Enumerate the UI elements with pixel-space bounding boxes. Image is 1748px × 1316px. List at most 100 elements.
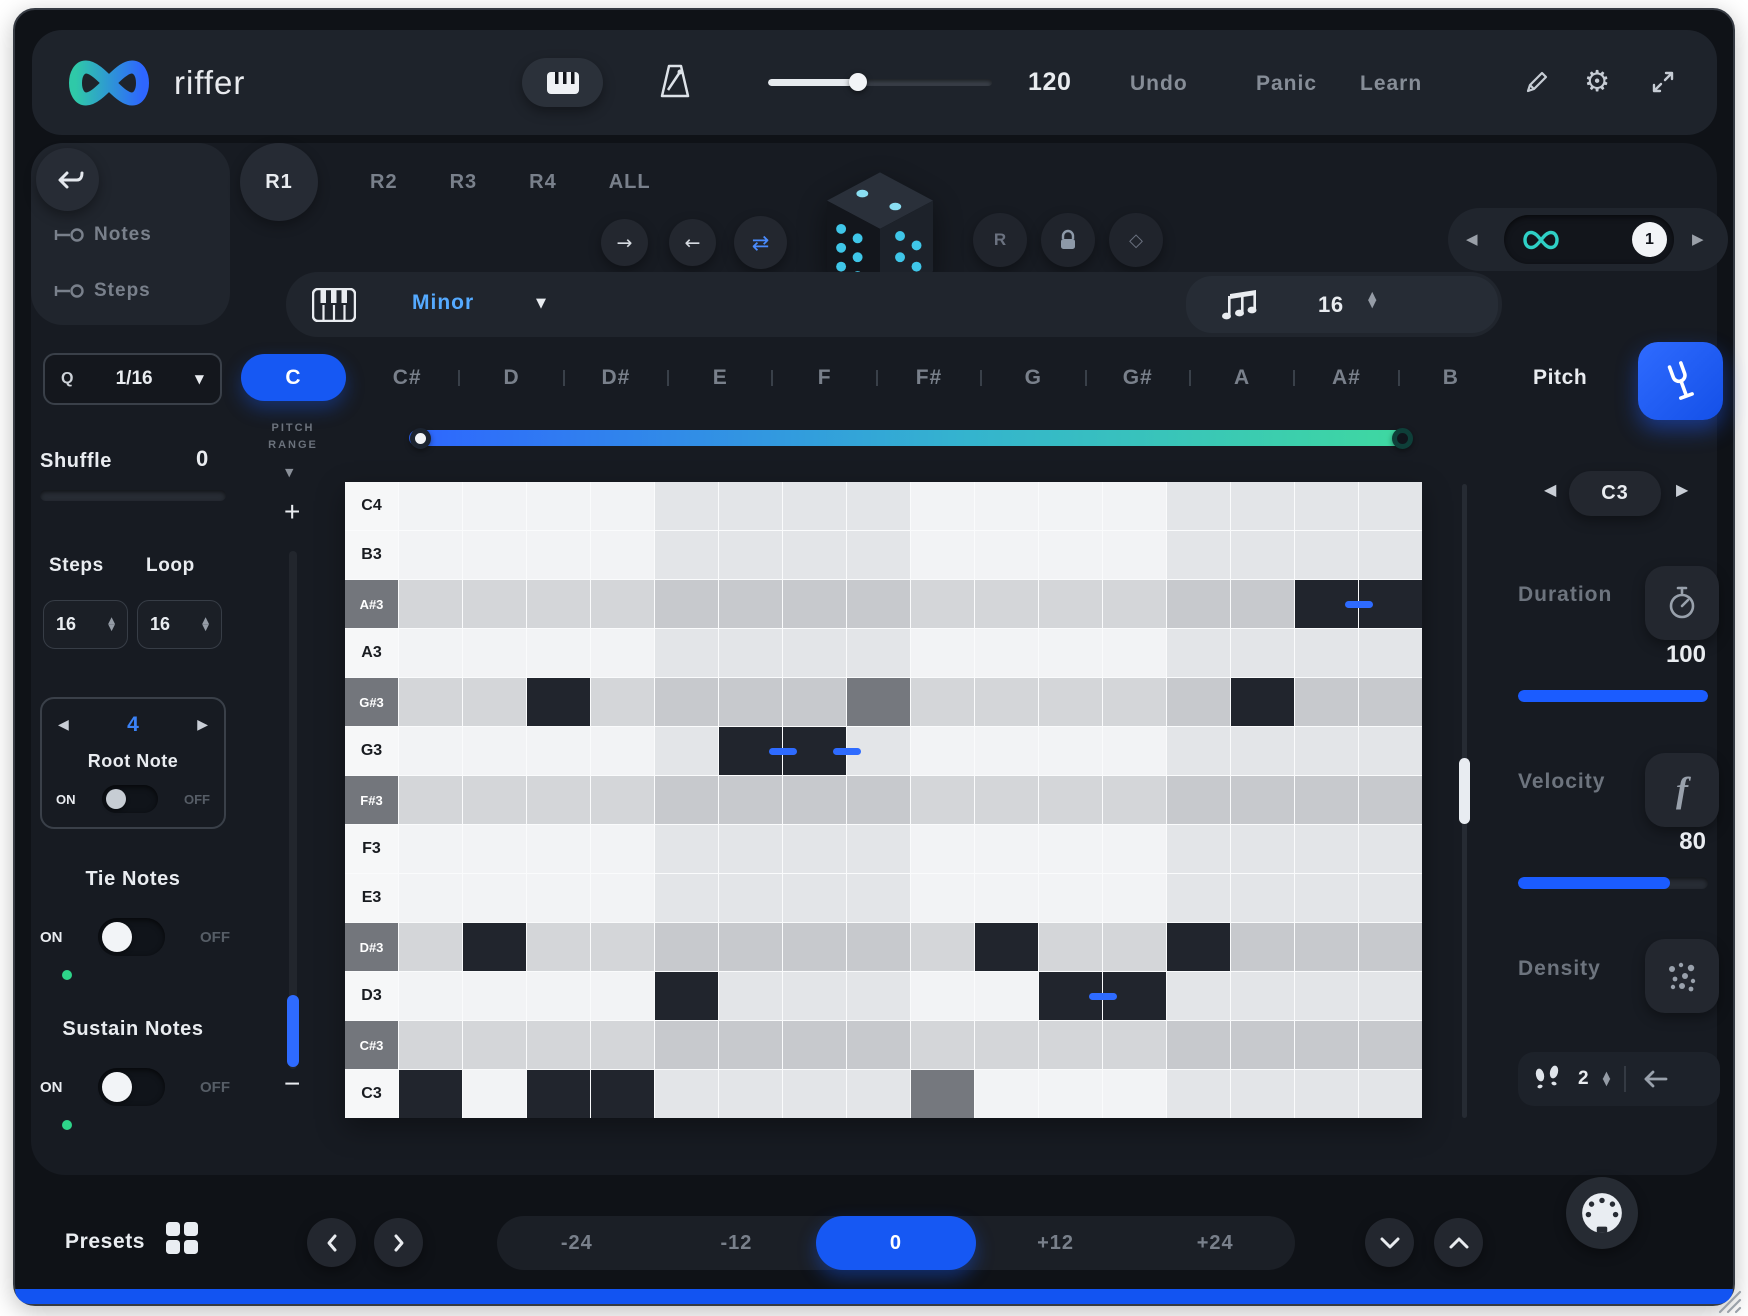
pitch-range-low-handle[interactable]	[410, 428, 431, 449]
grid-cell-A#3-10[interactable]	[975, 580, 1038, 628]
grid-cell-F3-6[interactable]	[719, 825, 782, 873]
grid-cell-C#3-16[interactable]	[1359, 1021, 1422, 1069]
grid-cell-C#3-7[interactable]	[783, 1021, 846, 1069]
grid-cell-B3-8[interactable]	[847, 531, 910, 579]
shuffle-slider[interactable]	[40, 490, 226, 501]
grid-cell-F#3-14[interactable]	[1231, 776, 1294, 824]
grid-cell-F#3-15[interactable]	[1295, 776, 1358, 824]
grid-cell-F3-3[interactable]	[527, 825, 590, 873]
grid-cell-G3-9[interactable]	[911, 727, 974, 775]
grid-cell-F#3-5[interactable]	[655, 776, 718, 824]
grid-cell-C#3-13[interactable]	[1167, 1021, 1230, 1069]
note-option-E[interactable]: E	[669, 366, 771, 390]
note-option-G#[interactable]: G#	[1087, 366, 1189, 390]
grid-cell-G#3-11[interactable]	[1039, 678, 1102, 726]
grid-cell-G#3-7[interactable]	[783, 678, 846, 726]
duration-slider[interactable]	[1518, 690, 1708, 702]
grid-cell-C4-2[interactable]	[463, 482, 526, 530]
grid-cell-B3-15[interactable]	[1295, 531, 1358, 579]
grid-cell-C3-8[interactable]	[847, 1070, 910, 1118]
grid-cell-E3-5[interactable]	[655, 874, 718, 922]
grid-cell-A#3-8[interactable]	[847, 580, 910, 628]
riff-tab-r2[interactable]: R2	[370, 171, 398, 194]
grid-cell-C#3-9[interactable]	[911, 1021, 974, 1069]
grid-cell-E3-13[interactable]	[1167, 874, 1230, 922]
metronome-icon[interactable]	[655, 62, 695, 102]
grid-cell-C#3-2[interactable]	[463, 1021, 526, 1069]
grid-cell-D#3-12[interactable]	[1103, 923, 1166, 971]
grid-cell-G#3-1[interactable]	[399, 678, 462, 726]
tempo-slider[interactable]	[768, 79, 992, 86]
grid-cell-A3-3[interactable]	[527, 629, 590, 677]
grid-cell-G#3-5[interactable]	[655, 678, 718, 726]
riff-tab-r3[interactable]: R3	[450, 171, 478, 194]
note-prev-icon[interactable]: ◀	[1544, 480, 1556, 499]
grid-cell-B3-5[interactable]	[655, 531, 718, 579]
note-duration-tick-A#3[interactable]	[1345, 601, 1373, 608]
grid-cell-B3-1[interactable]	[399, 531, 462, 579]
grid-cell-D#3-13[interactable]	[1167, 923, 1230, 971]
note-option-A[interactable]: A	[1191, 366, 1293, 390]
grid-cell-C4-5[interactable]	[655, 482, 718, 530]
grid-cell-A3-7[interactable]	[783, 629, 846, 677]
step-back-arrow-icon[interactable]	[1640, 1068, 1670, 1090]
grid-cell-D#3-10[interactable]	[975, 923, 1038, 971]
grid-cell-G#3-14[interactable]	[1231, 678, 1294, 726]
grid-cell-D#3-9[interactable]	[911, 923, 974, 971]
grid-cell-D3-9[interactable]	[911, 972, 974, 1020]
grid-cell-C3-7[interactable]	[783, 1070, 846, 1118]
note-duration-tick-G3[interactable]	[833, 748, 861, 755]
grid-cell-G3-4[interactable]	[591, 727, 654, 775]
grid-cell-A3-8[interactable]	[847, 629, 910, 677]
note-option-F[interactable]: F	[773, 366, 875, 390]
scale-caret-icon[interactable]: ▼	[536, 296, 546, 311]
grid-cell-G3-11[interactable]	[1039, 727, 1102, 775]
grid-cell-G#3-2[interactable]	[463, 678, 526, 726]
grid-cell-G3-12[interactable]	[1103, 727, 1166, 775]
grid-cell-D3-10[interactable]	[975, 972, 1038, 1020]
grid-cell-C4-8[interactable]	[847, 482, 910, 530]
swap-button[interactable]: ⇄	[734, 216, 787, 269]
grid-cell-D#3-3[interactable]	[527, 923, 590, 971]
grid-cell-E3-11[interactable]	[1039, 874, 1102, 922]
velocity-slider[interactable]	[1518, 877, 1708, 889]
grid-cell-B3-10[interactable]	[975, 531, 1038, 579]
grid-cell-D#3-16[interactable]	[1359, 923, 1422, 971]
grid-cell-G3-10[interactable]	[975, 727, 1038, 775]
loop-stepper-arrows[interactable]: ▲▼	[202, 618, 209, 632]
grid-cell-C4-10[interactable]	[975, 482, 1038, 530]
note-option-G[interactable]: G	[982, 366, 1084, 390]
pitch-range-track[interactable]	[289, 551, 297, 1069]
grid-cell-A#3-14[interactable]	[1231, 580, 1294, 628]
grid-cell-F#3-10[interactable]	[975, 776, 1038, 824]
undo-button[interactable]: Undo	[1130, 72, 1188, 96]
grid-cell-C#3-8[interactable]	[847, 1021, 910, 1069]
root-note-toggle[interactable]	[102, 785, 158, 813]
grid-cell-F#3-7[interactable]	[783, 776, 846, 824]
pitch-range-caret-icon[interactable]: ▼	[285, 466, 293, 479]
grid-cell-E3-15[interactable]	[1295, 874, 1358, 922]
grid-cell-A#3-9[interactable]	[911, 580, 974, 628]
grid-cell-F3-11[interactable]	[1039, 825, 1102, 873]
grid-cell-F3-16[interactable]	[1359, 825, 1422, 873]
grid-cell-G#3-13[interactable]	[1167, 678, 1230, 726]
grid-cell-D3-1[interactable]	[399, 972, 462, 1020]
grid-cell-A#3-1[interactable]	[399, 580, 462, 628]
grid-cell-D#3-1[interactable]	[399, 923, 462, 971]
settings-gear-icon[interactable]: ⚙	[1584, 64, 1610, 98]
grid-cell-A#3-13[interactable]	[1167, 580, 1230, 628]
octave-down-button[interactable]	[1365, 1218, 1414, 1267]
sustain-notes-toggle[interactable]	[98, 1068, 165, 1106]
grid-cell-A3-16[interactable]	[1359, 629, 1422, 677]
note-option-D#[interactable]: D#	[565, 366, 667, 390]
grid-cell-C#3-3[interactable]	[527, 1021, 590, 1069]
grid-cell-C3-9[interactable]	[911, 1070, 974, 1118]
grid-cell-A3-1[interactable]	[399, 629, 462, 677]
grid-cell-C4-7[interactable]	[783, 482, 846, 530]
grid-cell-B3-13[interactable]	[1167, 531, 1230, 579]
grid-cell-G#3-10[interactable]	[975, 678, 1038, 726]
riff-length-stepper[interactable]: ▲▼	[1368, 292, 1376, 309]
grid-cell-C3-13[interactable]	[1167, 1070, 1230, 1118]
grid-cell-C#3-15[interactable]	[1295, 1021, 1358, 1069]
grid-cell-C4-6[interactable]	[719, 482, 782, 530]
